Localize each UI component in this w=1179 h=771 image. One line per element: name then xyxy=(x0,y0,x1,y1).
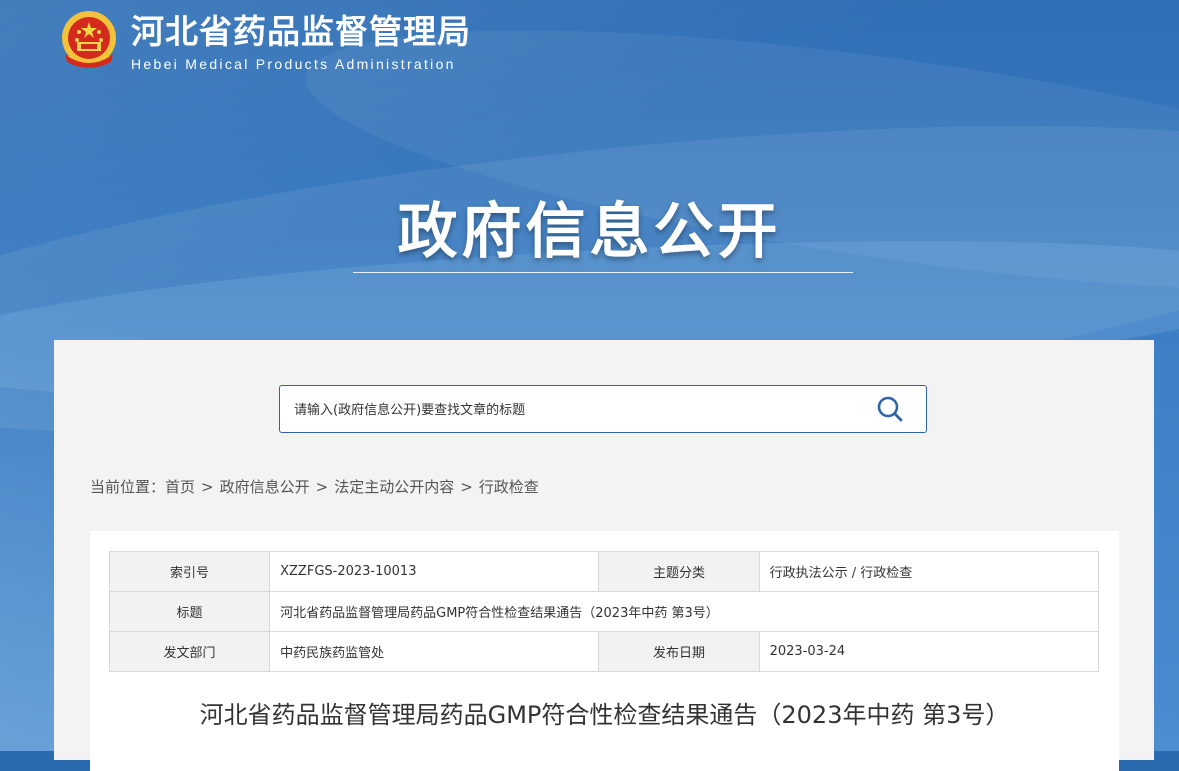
section-title: 政府信息公开 xyxy=(397,197,782,267)
breadcrumb-link-inspection[interactable]: 行政检查 xyxy=(479,478,539,496)
breadcrumb-link-gov-info[interactable]: 政府信息公开 xyxy=(220,478,310,496)
breadcrumb-separator: > xyxy=(201,478,214,496)
breadcrumb: 当前位置：首页 > 政府信息公开 > 法定主动公开内容 > 行政检查 xyxy=(90,476,539,497)
breadcrumb-separator: > xyxy=(315,478,329,496)
publish-date-value: 2023-03-24 xyxy=(758,631,1100,672)
breadcrumb-separator: > xyxy=(460,478,473,496)
department-label: 发文部门 xyxy=(108,631,271,672)
index-label: 索引号 xyxy=(108,551,271,592)
search-input[interactable] xyxy=(292,386,856,434)
publish-date-label: 发布日期 xyxy=(598,631,760,672)
category-value: 行政执法公示 / 行政检查 xyxy=(758,551,1100,592)
index-value: XZZFGS-2023-10013 xyxy=(269,551,600,592)
table-row: 标题 河北省药品监督管理局药品GMP符合性检查结果通告（2023年中药 第3号） xyxy=(108,591,1099,632)
site-logo[interactable]: 河北省药品监督管理局 Hebei Medical Products Admini… xyxy=(57,8,471,74)
article-card: 索引号 XZZFGS-2023-10013 主题分类 行政执法公示 / 行政检查… xyxy=(90,531,1119,771)
title-value: 河北省药品监督管理局药品GMP符合性检查结果通告（2023年中药 第3号） xyxy=(269,591,1099,632)
title-label: 标题 xyxy=(108,591,271,632)
national-emblem-icon xyxy=(62,11,116,68)
breadcrumb-prefix: 当前位置： xyxy=(90,478,166,496)
table-row: 发文部门 中药民族药监管处 发布日期 2023-03-24 xyxy=(108,631,1100,672)
site-name-cn: 河北省药品监督管理局 xyxy=(131,12,471,51)
site-name-en: Hebei Medical Products Administration xyxy=(131,56,456,72)
content-panel: 当前位置：首页 > 政府信息公开 > 法定主动公开内容 > 行政检查 索引号 XZZFGS-… xyxy=(54,340,1154,771)
title-underline xyxy=(353,272,853,273)
article-info-table: 索引号 XZZFGS-2023-10013 主题分类 行政执法公示 / 行政检查… xyxy=(108,551,1100,672)
department-value: 中药民族药监管处 xyxy=(269,631,600,672)
table-row: 索引号 XZZFGS-2023-10013 主题分类 行政执法公示 / 行政检查 xyxy=(108,551,1100,592)
search-icon[interactable] xyxy=(876,395,904,423)
article-title: 河北省药品监督管理局药品GMP符合性检查结果通告（2023年中药 第3号） xyxy=(199,701,1010,729)
search-box xyxy=(279,385,927,434)
breadcrumb-link-home[interactable]: 首页 xyxy=(165,478,195,496)
breadcrumb-link-statutory[interactable]: 法定主动公开内容 xyxy=(334,478,454,496)
category-label: 主题分类 xyxy=(598,551,760,592)
